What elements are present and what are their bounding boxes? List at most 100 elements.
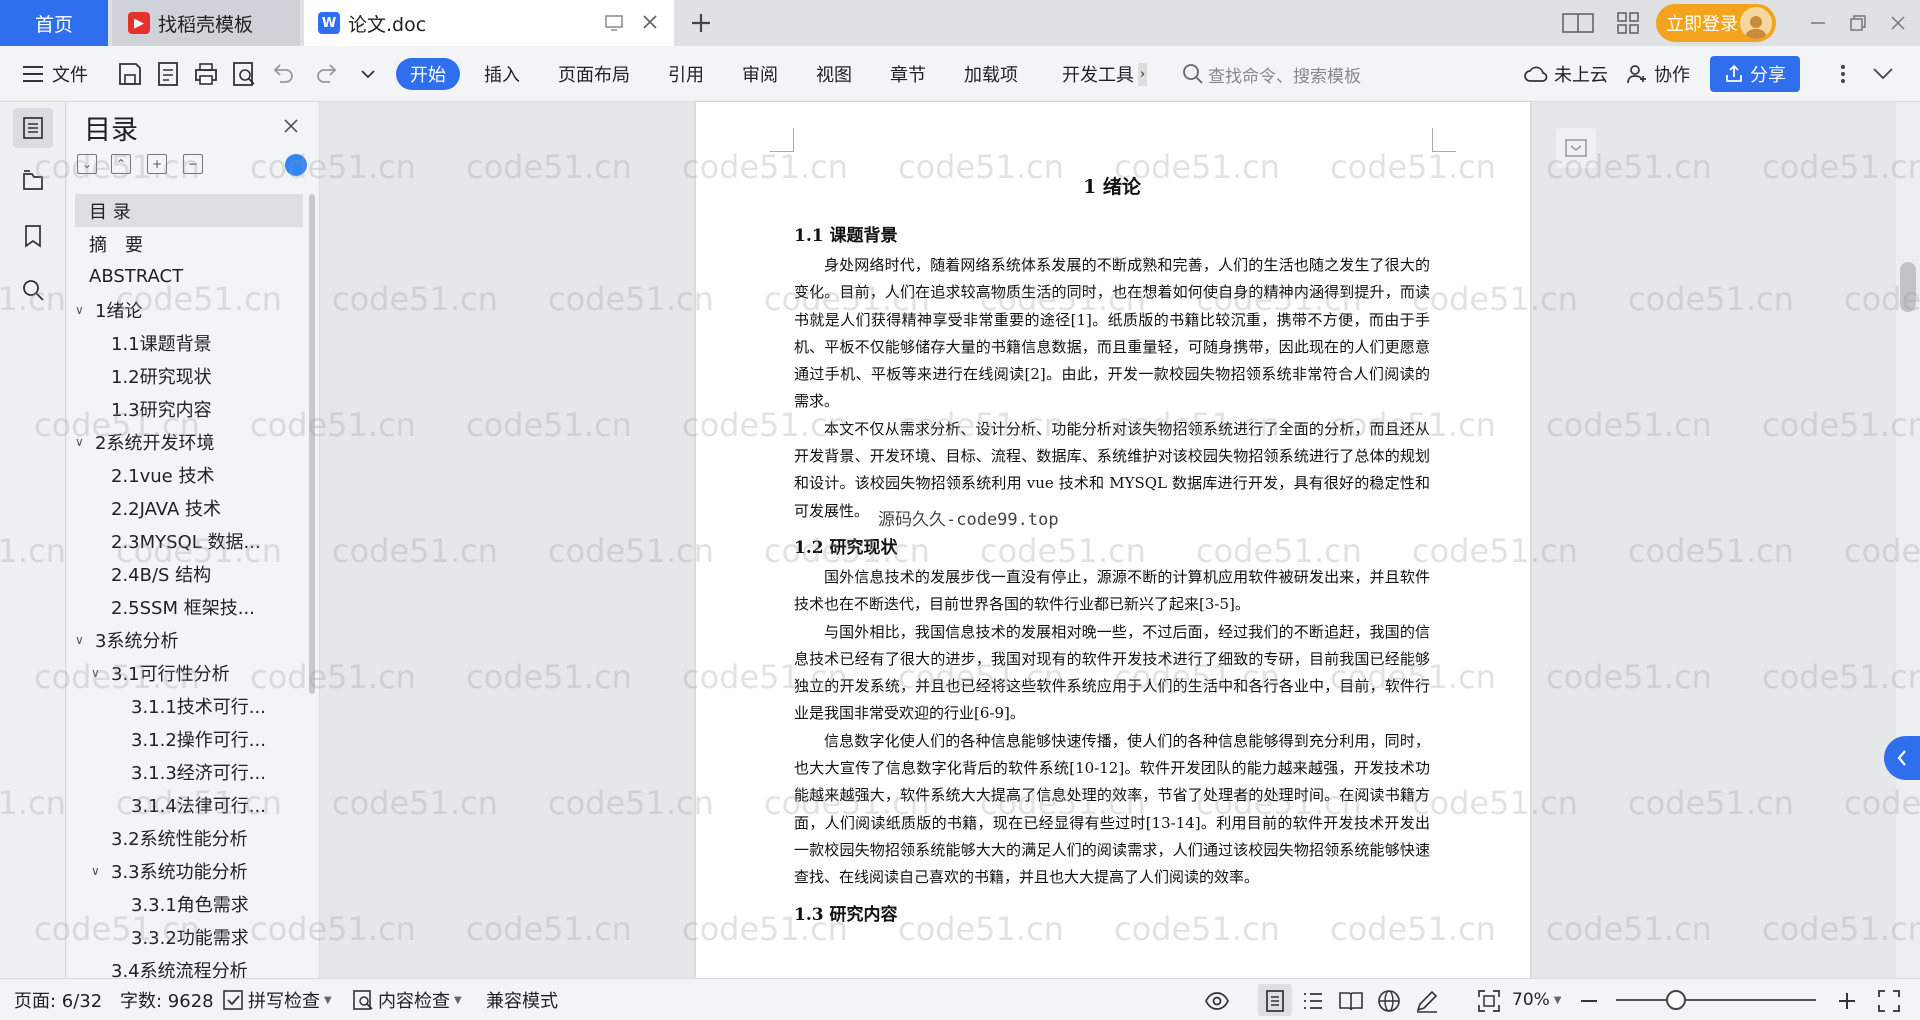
toc-item[interactable]: 2.2JAVA 技术 [75,491,303,524]
minimize-icon[interactable] [1800,0,1836,46]
redo-icon[interactable] [314,60,342,88]
export-pdf-icon[interactable] [154,60,182,88]
chevron-down-icon[interactable]: ∨ [75,633,89,647]
tab-doc[interactable]: W 论文.doc [304,0,674,46]
expand-all-icon[interactable]: ⌄ [77,154,97,174]
close-tab-icon[interactable] [640,12,660,32]
layout-toggle-icon[interactable] [1560,0,1596,46]
close-icon[interactable] [281,116,301,136]
content-check-button[interactable]: 内容检查 ▼ [352,979,462,1020]
chevron-down-icon[interactable]: ∨ [91,666,105,680]
zoom-slider-thumb[interactable] [1666,990,1686,1010]
toc-item[interactable]: 3.3.2功能需求 [75,920,303,953]
tab-references[interactable]: 引用 [668,46,704,102]
add-heading-icon[interactable]: + [147,154,167,174]
page-view-icon[interactable] [1262,988,1288,1014]
toc-item[interactable]: 3.1.1技术可行... [75,689,303,722]
toc-item[interactable]: 2.3MYSQL 数据... [75,524,303,557]
remove-heading-icon[interactable]: − [183,154,203,174]
toc-item[interactable]: ∨ 3.3系统功能分析 [75,854,303,887]
vertical-scrollbar[interactable] [1896,102,1920,978]
chevron-down-icon[interactable]: ∨ [75,435,89,449]
toc-item[interactable]: ∨ 3.1可行性分析 [75,656,303,689]
print-icon[interactable] [192,60,220,88]
toc-item[interactable]: 1.3研究内容 [75,392,303,425]
document-page[interactable]: 1 绪论 1.1 课题背景 身处网络时代，随着网络系统体系发展的不断成熟和完善，… [696,102,1530,978]
tab-addins[interactable]: 加载项 [964,46,1018,102]
collab-button[interactable]: 协作 [1626,46,1690,102]
pen-annotate-icon[interactable] [1414,988,1440,1014]
zoom-in-icon[interactable] [1834,988,1860,1014]
more-options-icon[interactable] [1840,46,1846,102]
tab-page-layout[interactable]: 页面布局 [558,46,630,102]
tab-daoke[interactable]: ▶ 找稻壳模板 [112,0,300,46]
print-preview-icon[interactable] [230,60,258,88]
toc-item-label: 3.2系统性能分析 [111,828,248,850]
toc-item[interactable]: 1.2研究现状 [75,359,303,392]
toc-item[interactable]: ∨ 3系统分析 [75,623,303,656]
spell-check-button[interactable]: 拼写检查 ▼ [222,979,332,1020]
toc-item[interactable]: 2.5SSM 框架技... [75,590,303,623]
toc-item[interactable]: ∨ 1绪论 [75,293,303,326]
fit-page-icon[interactable] [1476,988,1502,1014]
scrollbar-thumb[interactable] [1900,262,1916,312]
toc-item[interactable]: 3.1.4法律可行... [75,788,303,821]
word-count[interactable]: 字数: 9628 [120,979,214,1020]
outline-view-icon[interactable] [1300,988,1326,1014]
toc-item[interactable]: 2.1vue 技术 [75,458,303,491]
tab-home[interactable]: 首页 [0,0,108,46]
float-window-icon[interactable] [604,12,624,32]
toc-item[interactable]: 摘 要 [75,227,303,260]
tab-developer[interactable]: 开发工具 › [1062,46,1148,102]
restore-icon[interactable] [1840,0,1876,46]
zoom-out-icon[interactable] [1576,988,1602,1014]
bookmark-icon[interactable] [13,216,53,256]
grid-apps-icon[interactable] [1612,0,1644,46]
tab-start[interactable]: 开始 [396,58,460,90]
toc-item[interactable]: 3.3.1角色需求 [75,887,303,920]
collapse-all-icon[interactable]: ⌃ [111,154,131,174]
tab-review[interactable]: 审阅 [742,46,778,102]
doc-side-tool-icon[interactable] [1556,128,1596,168]
zoom-slider-track[interactable] [1616,999,1816,1001]
toc-item[interactable]: ABSTRACT [75,260,303,293]
close-window-icon[interactable] [1880,0,1916,46]
toc-nav-icon[interactable] [13,108,53,148]
toc-item[interactable]: 3.4系统流程分析 [75,953,303,979]
ai-assistant-icon[interactable] [285,154,307,176]
file-menu[interactable]: 文件 [22,46,88,102]
toc-item[interactable]: 目 录 [75,194,303,227]
toc-item[interactable]: 3.1.2操作可行... [75,722,303,755]
chevron-down-icon[interactable]: ∨ [75,303,89,317]
new-tab-icon[interactable] [686,8,716,38]
find-icon[interactable] [13,270,53,310]
toc-item[interactable]: 2.4B/S 结构 [75,557,303,590]
command-search[interactable]: 查找命令、搜索模板 [1182,46,1361,102]
cloud-status[interactable]: 未上云 [1524,46,1608,102]
more-tabs-chevron-icon[interactable]: › [1138,62,1148,86]
document-body[interactable]: 1 绪论 1.1 课题背景 身处网络时代，随着网络系统体系发展的不断成熟和完善，… [794,160,1430,931]
zoom-level-dropdown[interactable]: 70% ▼ [1512,979,1562,1020]
reading-view-icon[interactable] [1338,988,1364,1014]
toc-item[interactable]: 1.1课题背景 [75,326,303,359]
chapter-nav-icon[interactable] [13,160,53,200]
save-icon[interactable] [116,60,144,88]
side-panel-expand-icon[interactable] [1884,736,1920,780]
toc-item[interactable]: ∨ 2系统开发环境 [75,425,303,458]
quick-access-dropdown-icon[interactable] [354,60,382,88]
toc-scrollbar[interactable] [309,194,315,694]
login-button[interactable]: 立即登录 [1656,4,1776,42]
web-view-icon[interactable] [1376,988,1402,1014]
tab-insert[interactable]: 插入 [484,46,520,102]
fullscreen-icon[interactable] [1876,988,1902,1014]
toc-item[interactable]: 3.2系统性能分析 [75,821,303,854]
toc-item[interactable]: 3.1.3经济可行... [75,755,303,788]
eye-protection-icon[interactable] [1204,988,1230,1014]
chevron-down-icon[interactable]: ∨ [91,864,105,878]
share-button[interactable]: 分享 [1710,56,1800,92]
undo-icon[interactable] [268,60,296,88]
tab-view[interactable]: 视图 [816,46,852,102]
collapse-ribbon-icon[interactable] [1872,46,1894,102]
page-indicator[interactable]: 页面: 6/32 [14,979,102,1020]
tab-chapter[interactable]: 章节 [890,46,926,102]
